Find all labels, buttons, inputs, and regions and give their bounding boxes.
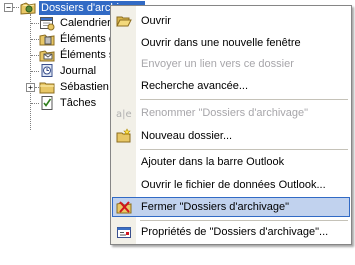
menu-separator (140, 99, 348, 100)
svg-text:a|e: a|e (116, 109, 132, 120)
menu-separator (140, 220, 348, 221)
menu-item-rename[interactable]: a|e Renommer "Dossiers d'archivage" (112, 103, 350, 123)
tree-item-label: Éléments s (60, 49, 115, 61)
tree-item-calendar[interactable]: Calendrier (39, 15, 113, 31)
tree-item-journal[interactable]: Journal (39, 63, 98, 79)
menu-item-new-folder[interactable]: Nouveau dossier... (112, 126, 350, 146)
menu-item-label: Propriétés de "Dossiers d'archivage"... (141, 226, 329, 238)
menu-item-label: Recherche avancée... (141, 80, 249, 92)
new-folder-icon (116, 128, 132, 144)
menu-item-label: Nouveau dossier... (141, 130, 233, 142)
open-folder-icon (116, 13, 132, 29)
menu-item-advanced-search[interactable]: Recherche avancée... (112, 76, 350, 96)
menu-item-properties[interactable]: Propriétés de "Dossiers d'archivage"... (112, 222, 350, 242)
menu-item-open-new-window[interactable]: Ouvrir dans une nouvelle fenêtre (112, 33, 350, 53)
tree-item-label: Sébastien (60, 81, 109, 93)
menu-item-send-link[interactable]: Envoyer un lien vers ce dossier (112, 54, 350, 74)
menu-item-label: Ouvrir (141, 15, 171, 27)
rename-icon: a|e (116, 105, 132, 121)
tree-item-sebastien[interactable]: Sébastien (39, 79, 111, 95)
menu-item-add-outlook-bar[interactable]: Ajouter dans la barre Outlook (112, 152, 350, 172)
menu-item-open-data-file[interactable]: Ouvrir le fichier de données Outlook... (112, 175, 350, 195)
deleted-items-icon (39, 31, 55, 47)
close-folder-icon (116, 199, 132, 215)
tree-item-deleted[interactable]: Éléments e (39, 31, 117, 47)
menu-item-open[interactable]: Ouvrir (112, 11, 350, 31)
calendar-icon (39, 15, 55, 31)
folder-icon (39, 79, 55, 95)
tree-item-label: Calendrier (60, 17, 111, 29)
context-menu: Ouvrir Ouvrir dans une nouvelle fenêtre … (110, 5, 352, 245)
menu-item-label: Envoyer un lien vers ce dossier (141, 58, 294, 70)
expand-icon[interactable]: + (26, 83, 35, 92)
collapse-icon[interactable]: − (4, 3, 13, 12)
menu-item-label: Renommer "Dossiers d'archivage" (141, 107, 309, 119)
properties-icon (116, 224, 132, 240)
tree-item-label: Tâches (60, 97, 97, 109)
menu-item-label: Ouvrir dans une nouvelle fenêtre (141, 37, 301, 49)
tree-item-label: Journal (60, 65, 97, 77)
archive-folder-icon (20, 0, 36, 16)
menu-separator (140, 149, 348, 150)
tree-item-tasks[interactable]: Tâches (39, 95, 98, 111)
menu-item-label: Ouvrir le fichier de données Outlook... (141, 179, 326, 191)
menu-item-label: Ajouter dans la barre Outlook (141, 156, 285, 168)
tree-item-sent[interactable]: Éléments s (39, 47, 116, 63)
menu-item-close-archive[interactable]: Fermer "Dossiers d'archivage" (112, 197, 350, 217)
tree-item-label: Éléments e (60, 33, 116, 45)
sent-items-icon (39, 47, 55, 63)
tasks-icon (39, 95, 55, 111)
menu-item-label: Fermer "Dossiers d'archivage" (141, 201, 290, 213)
journal-icon (39, 63, 55, 79)
